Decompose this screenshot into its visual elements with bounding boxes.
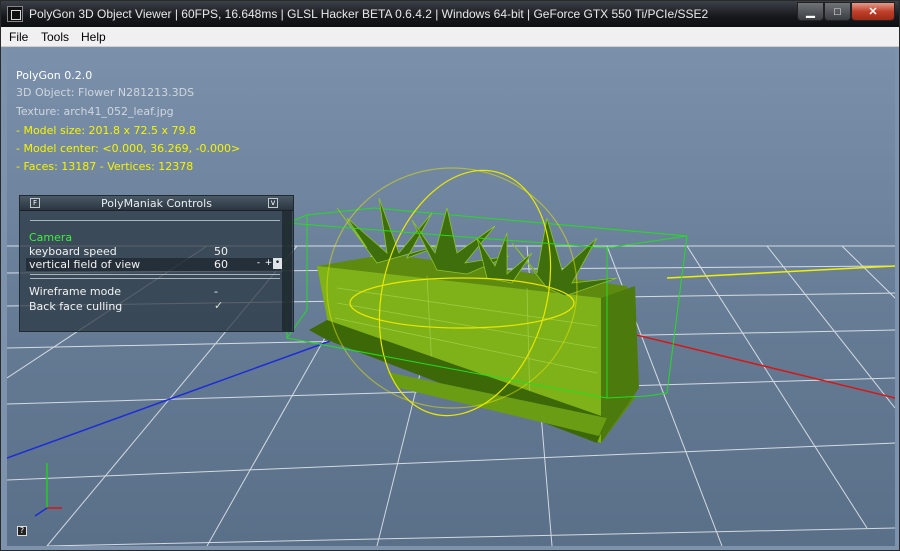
divider	[30, 274, 280, 275]
back-face-culling-checkbox[interactable]: ✓	[214, 299, 223, 312]
object-name-label: 3D Object: Flower N281213.3DS	[16, 86, 195, 99]
fov-increment-button[interactable]: +	[264, 258, 273, 269]
model-size-label: - Model size: 201.8 x 72.5 x 79.8	[16, 124, 197, 137]
app-icon	[7, 6, 23, 22]
app-window: PolyGon 3D Object Viewer | 60FPS, 16.648…	[0, 0, 900, 551]
window-controls: ▁ □ ✕	[797, 2, 895, 21]
keyboard-speed-value[interactable]: 50	[214, 245, 228, 258]
camera-section-label: Camera	[29, 231, 73, 244]
close-button[interactable]: ✕	[851, 2, 895, 21]
back-face-culling-label: Back face culling	[29, 300, 123, 313]
controls-scrollbar[interactable]	[282, 211, 292, 331]
fov-value[interactable]: 60	[214, 258, 228, 271]
divider	[30, 278, 280, 279]
maximize-button[interactable]: □	[824, 2, 851, 21]
faces-vertices-label: - Faces: 13187 - Vertices: 12378	[16, 160, 194, 173]
menu-help[interactable]: Help	[81, 30, 106, 44]
menu-bar: File Tools Help	[1, 27, 899, 47]
fov-decrement-button[interactable]: -	[254, 258, 263, 269]
app-version-label: PolyGon 0.2.0	[16, 69, 93, 82]
model-center-label: - Model center: <0.000, 36.269, -0.000>	[16, 142, 241, 155]
texture-name-label: Texture: arch41_052_leaf.jpg	[16, 105, 174, 118]
fov-label: vertical field of view	[29, 258, 141, 271]
keyboard-speed-label: keyboard speed	[29, 245, 117, 258]
3d-viewport[interactable]: PolyGon 0.2.0 3D Object: Flower N281213.…	[7, 48, 895, 546]
controls-header[interactable]: F PolyManiak Controls v	[20, 196, 293, 211]
panel-collapse-icon[interactable]: v	[268, 198, 278, 208]
help-icon[interactable]: ?	[17, 526, 27, 536]
divider	[30, 220, 280, 221]
wireframe-mode-toggle[interactable]: -	[214, 285, 218, 298]
axis-indicator	[34, 463, 62, 517]
minimize-button[interactable]: ▁	[797, 2, 824, 21]
wireframe-mode-label: Wireframe mode	[29, 285, 122, 298]
fov-reset-icon[interactable]: •	[273, 258, 282, 269]
window-title: PolyGon 3D Object Viewer | 60FPS, 16.648…	[29, 7, 709, 21]
controls-title: PolyManiak Controls	[101, 197, 212, 210]
title-bar[interactable]: PolyGon 3D Object Viewer | 60FPS, 16.648…	[1, 1, 899, 27]
menu-file[interactable]: File	[9, 30, 28, 44]
polymaniak-controls-panel[interactable]: F PolyManiak Controls v Camera keyboard …	[19, 195, 294, 332]
menu-tools[interactable]: Tools	[41, 30, 69, 44]
